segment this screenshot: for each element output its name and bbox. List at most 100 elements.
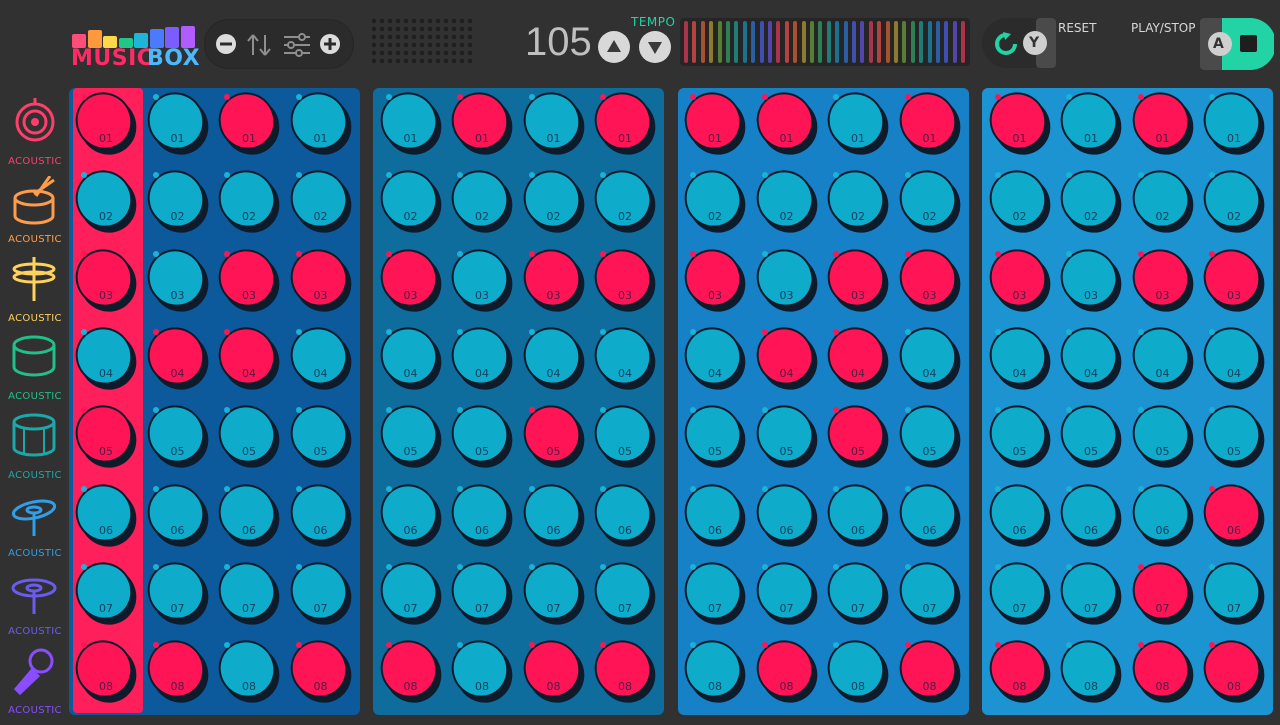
step-pad[interactable]: 07 [1192, 550, 1276, 636]
step-pad[interactable]: 02 [1120, 159, 1205, 245]
step-pad[interactable]: 05 [278, 394, 363, 480]
step-pad[interactable]: 07 [511, 550, 596, 636]
step-pad[interactable]: 08 [816, 629, 900, 714]
step-pad[interactable]: 03 [1120, 237, 1205, 323]
step-pad[interactable]: 03 [673, 237, 757, 323]
step-pad[interactable]: 06 [744, 472, 829, 558]
step-pad[interactable]: 01 [440, 81, 524, 166]
step-pad[interactable]: 03 [511, 237, 596, 323]
step-pad[interactable]: 08 [744, 629, 829, 714]
sliders-icon[interactable] [283, 33, 310, 57]
step-pad[interactable]: 02 [1192, 159, 1276, 245]
step-pad[interactable]: 06 [1120, 472, 1205, 558]
step-pad[interactable]: 06 [1049, 472, 1133, 558]
step-pad[interactable]: 06 [64, 472, 148, 558]
step-pad[interactable]: 05 [1049, 394, 1133, 480]
step-pad[interactable]: 02 [135, 159, 220, 245]
sidebar-item-instrument[interactable]: ACOUSTIC [0, 412, 70, 490]
step-pad[interactable]: 05 [673, 394, 757, 480]
step-pad[interactable]: 01 [64, 81, 148, 166]
step-pad[interactable]: 01 [887, 81, 972, 166]
step-pad[interactable]: 02 [207, 159, 291, 245]
step-pad[interactable]: 02 [368, 159, 453, 245]
step-pad[interactable]: 06 [368, 472, 453, 558]
step-pad[interactable]: 01 [816, 81, 900, 166]
step-pad[interactable]: 04 [135, 316, 220, 401]
step-pad[interactable]: 04 [1192, 316, 1276, 401]
reset-button[interactable]: Y [982, 18, 1056, 68]
step-pad[interactable]: 06 [278, 472, 363, 558]
sidebar-item-instrument[interactable]: ACOUSTIC [0, 333, 70, 411]
sidebar-item-instrument[interactable]: ACOUSTIC [0, 568, 70, 646]
step-pad[interactable]: 03 [1049, 237, 1133, 323]
step-pad[interactable]: 06 [440, 472, 524, 558]
step-pad[interactable]: 07 [887, 550, 972, 636]
step-pad[interactable]: 07 [368, 550, 453, 636]
step-pad[interactable]: 02 [1049, 159, 1133, 245]
sidebar-item-instrument[interactable]: ACOUSTIC [0, 647, 70, 725]
step-pad[interactable]: 07 [816, 550, 900, 636]
step-pad[interactable]: 05 [583, 394, 667, 480]
step-pad[interactable]: 02 [887, 159, 972, 245]
step-pad[interactable]: 01 [1192, 81, 1276, 166]
step-pad[interactable]: 04 [673, 316, 757, 401]
step-pad[interactable]: 01 [368, 81, 453, 166]
step-pad[interactable]: 04 [207, 316, 291, 401]
step-pad[interactable]: 02 [583, 159, 667, 245]
step-pad[interactable]: 04 [977, 316, 1062, 401]
step-pad[interactable]: 04 [816, 316, 900, 401]
step-pad[interactable]: 02 [977, 159, 1062, 245]
step-pad[interactable]: 07 [1049, 550, 1133, 636]
step-pad[interactable]: 03 [207, 237, 291, 323]
step-pad[interactable]: 02 [673, 159, 757, 245]
step-pad[interactable]: 05 [816, 394, 900, 480]
step-pad[interactable]: 05 [440, 394, 524, 480]
step-pad[interactable]: 04 [583, 316, 667, 401]
step-pad[interactable]: 04 [368, 316, 453, 401]
step-pad[interactable]: 03 [135, 237, 220, 323]
step-pad[interactable]: 01 [135, 81, 220, 166]
plus-icon[interactable] [319, 33, 341, 55]
step-pad[interactable]: 03 [744, 237, 829, 323]
step-pad[interactable]: 07 [583, 550, 667, 636]
step-pad[interactable]: 08 [368, 629, 453, 714]
step-pad[interactable]: 04 [440, 316, 524, 401]
step-pad[interactable]: 06 [816, 472, 900, 558]
step-pad[interactable]: 04 [1120, 316, 1205, 401]
step-pad[interactable]: 05 [977, 394, 1062, 480]
step-pad[interactable]: 03 [64, 237, 148, 323]
step-pad[interactable]: 07 [977, 550, 1062, 636]
step-pad[interactable]: 06 [511, 472, 596, 558]
step-pad[interactable]: 05 [64, 394, 148, 480]
sort-icon[interactable] [246, 33, 271, 56]
step-pad[interactable]: 03 [440, 237, 524, 323]
step-pad[interactable]: 05 [1120, 394, 1205, 480]
step-pad[interactable]: 03 [887, 237, 972, 323]
step-pad[interactable]: 06 [673, 472, 757, 558]
step-pad[interactable]: 08 [887, 629, 972, 714]
step-pad[interactable]: 05 [1192, 394, 1276, 480]
step-pad[interactable]: 08 [135, 629, 220, 714]
step-pad[interactable]: 02 [440, 159, 524, 245]
minus-icon[interactable] [215, 33, 237, 55]
step-pad[interactable]: 08 [977, 629, 1062, 714]
step-pad[interactable]: 03 [368, 237, 453, 323]
step-pad[interactable]: 01 [673, 81, 757, 166]
step-pad[interactable]: 01 [278, 81, 363, 166]
step-pad[interactable]: 07 [278, 550, 363, 636]
step-pad[interactable]: 08 [64, 629, 148, 714]
step-pad[interactable]: 06 [887, 472, 972, 558]
step-pad[interactable]: 05 [887, 394, 972, 480]
step-pad[interactable]: 02 [64, 159, 148, 245]
sidebar-item-instrument[interactable]: ACOUSTIC [0, 490, 70, 568]
step-pad[interactable]: 07 [440, 550, 524, 636]
step-pad[interactable]: 06 [207, 472, 291, 558]
tempo-down-button[interactable] [639, 31, 671, 63]
step-pad[interactable]: 08 [1120, 629, 1205, 714]
step-pad[interactable]: 01 [583, 81, 667, 166]
step-pad[interactable]: 06 [583, 472, 667, 558]
step-pad[interactable]: 03 [583, 237, 667, 323]
tempo-up-button[interactable] [598, 31, 630, 63]
step-pad[interactable]: 05 [511, 394, 596, 480]
step-pad[interactable]: 07 [1120, 550, 1205, 636]
